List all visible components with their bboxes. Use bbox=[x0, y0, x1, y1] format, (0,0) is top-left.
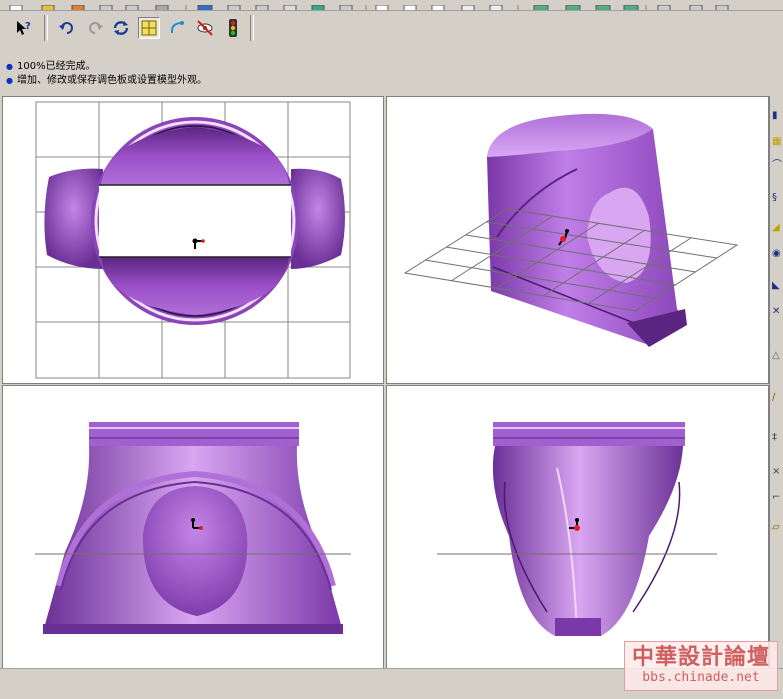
undo-button[interactable] bbox=[56, 17, 78, 39]
sketch-curve-icon[interactable]: § bbox=[772, 192, 783, 203]
viewport-front-view[interactable] bbox=[2, 385, 384, 669]
datum-point-icon[interactable]: ◢ bbox=[772, 222, 783, 233]
message-text: 增加、修改或保存调色板或设置模型外观。 bbox=[16, 75, 207, 86]
viewport-isometric-view[interactable] bbox=[386, 96, 769, 384]
cut-tool-icon[interactable]: × bbox=[772, 466, 783, 477]
side-view-graphics bbox=[437, 422, 717, 636]
grid-icon bbox=[141, 20, 157, 36]
eye-hidden-icon bbox=[197, 20, 213, 36]
help-pointer-button[interactable]: ? bbox=[12, 17, 34, 39]
message-line: ● 100%已经完成。 bbox=[6, 60, 96, 74]
extrude-tool-icon[interactable]: ‡ bbox=[772, 432, 783, 443]
hide-button[interactable] bbox=[194, 17, 216, 39]
shell-tool-icon[interactable]: ▱ bbox=[772, 522, 783, 533]
datum-axis-icon[interactable]: ⌒ bbox=[772, 160, 783, 171]
svg-text:?: ? bbox=[25, 21, 31, 32]
traffic-light-icon bbox=[229, 19, 237, 37]
message-line: ● 增加、修改或保存调色板或设置模型外观。 bbox=[6, 74, 207, 88]
toolbar-separator bbox=[44, 15, 48, 41]
toolbar-icons-strip bbox=[9, 4, 729, 10]
watermark-title: 中華設計論壇 bbox=[631, 644, 770, 670]
isometric-view-graphics bbox=[403, 113, 739, 347]
top-view-graphics bbox=[35, 101, 351, 379]
watermark-logo: 中華設計論壇 bbs.chinade.net bbox=[624, 641, 778, 691]
datum-plane-icon[interactable]: ▦ bbox=[772, 136, 783, 147]
main-toolbar-partial bbox=[0, 0, 783, 11]
front-view-graphics bbox=[35, 422, 351, 634]
round-tool-icon[interactable]: ⌐ bbox=[772, 492, 783, 503]
feature-toolbar: ▮ ▦ ⌒ § ◢ ◉ ◣ ✕ △ ∕ ‡ × ⌐ ▱ bbox=[769, 96, 783, 668]
select-tool-icon[interactable]: ▮ bbox=[772, 110, 783, 121]
viewport-side-view[interactable] bbox=[386, 385, 769, 669]
regenerate-button[interactable] bbox=[110, 17, 132, 39]
bullet-icon: ● bbox=[6, 76, 13, 85]
coordinate-system-tool-icon[interactable]: ◉ bbox=[772, 248, 783, 259]
message-area: ● 100%已经完成。 ● 增加、修改或保存调色板或设置模型外观。 bbox=[0, 56, 783, 92]
undo-icon bbox=[59, 22, 73, 34]
help-pointer-icon: ? bbox=[17, 21, 31, 35]
regenerate-icon bbox=[113, 21, 129, 35]
redo-icon bbox=[89, 22, 103, 34]
watermark-url: bbs.chinade.net bbox=[642, 670, 760, 685]
message-text: 100%已经完成。 bbox=[16, 61, 96, 72]
view-toolbar: ? bbox=[0, 12, 783, 46]
redo-button[interactable] bbox=[84, 17, 106, 39]
sweep-tool-icon[interactable]: ∕ bbox=[772, 392, 783, 403]
toolbar-separator bbox=[250, 15, 254, 41]
grid-display-button[interactable] bbox=[138, 17, 160, 39]
datum-curve-icon bbox=[170, 21, 184, 34]
delete-tool-icon[interactable]: ✕ bbox=[772, 306, 783, 317]
triangle-tool-icon[interactable]: △ bbox=[772, 350, 783, 361]
bullet-icon: ● bbox=[6, 62, 13, 71]
datum-curve-button[interactable] bbox=[166, 17, 188, 39]
traffic-light-button[interactable] bbox=[222, 17, 244, 39]
viewport-top-view[interactable] bbox=[2, 96, 384, 384]
curve-tool-icon[interactable]: ◣ bbox=[772, 280, 783, 291]
